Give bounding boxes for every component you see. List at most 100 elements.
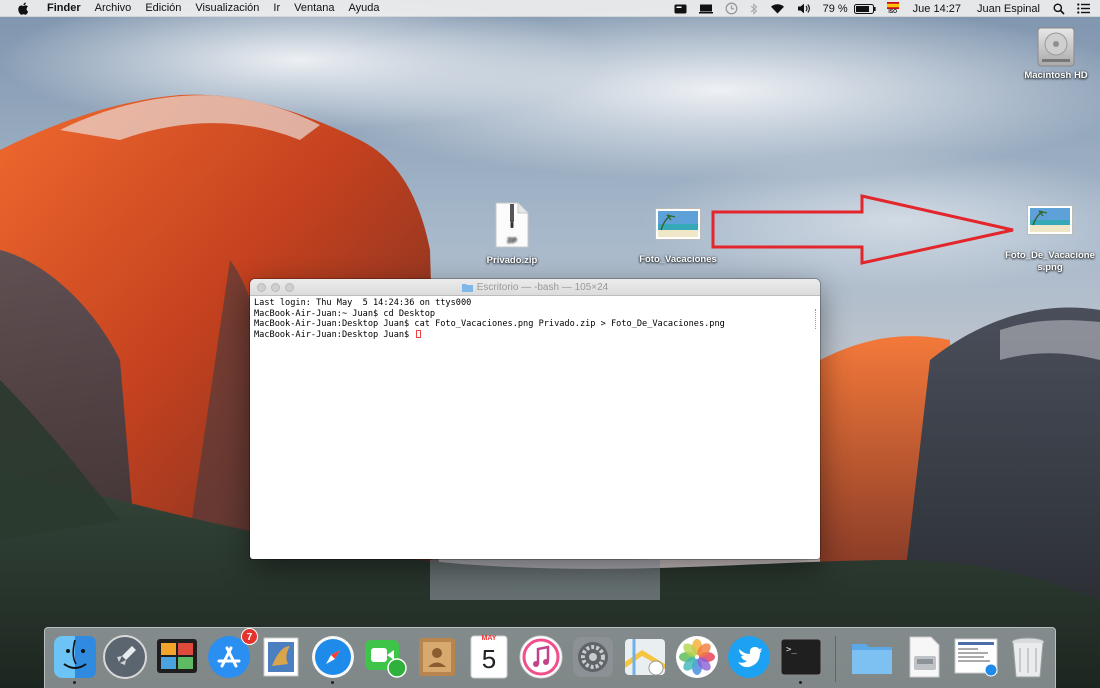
desktop-icon-label: Macintosh HD bbox=[1024, 70, 1088, 81]
desktop-icon-label-line2: s.png bbox=[1037, 262, 1063, 273]
running-indicator bbox=[331, 681, 334, 684]
dock-downloads-stack[interactable] bbox=[901, 634, 947, 680]
menu-bar: Finder Archivo Edición Visualización Ir … bbox=[0, 0, 1100, 17]
spotlight-search-icon[interactable] bbox=[1047, 0, 1071, 17]
folder-icon bbox=[852, 644, 892, 674]
launchpad-rocket-icon bbox=[103, 635, 147, 679]
maps-icon bbox=[625, 639, 665, 676]
menu-ayuda[interactable]: Ayuda bbox=[342, 0, 387, 17]
dock-system-preferences[interactable] bbox=[570, 634, 616, 680]
dock-folder-stack[interactable] bbox=[849, 634, 895, 680]
display-mirroring-icon[interactable] bbox=[693, 0, 719, 17]
menu-archivo[interactable]: Archivo bbox=[88, 0, 139, 17]
desktop-icon-macintosh-hd[interactable]: Macintosh HD bbox=[1018, 22, 1094, 82]
dock-app-screen[interactable] bbox=[154, 634, 200, 680]
desktop-icon-privado-zip[interactable]: ZIP Privado.zip bbox=[478, 202, 546, 267]
dock-photos[interactable] bbox=[674, 634, 720, 680]
user-menu[interactable]: Juan Espinal bbox=[970, 0, 1047, 17]
dock-mail[interactable] bbox=[258, 634, 304, 680]
desktop-icon-foto-de-vacaciones[interactable]: Foto_De_Vacacione s.png bbox=[1000, 205, 1100, 274]
terminal-line-prompt: MacBook-Air-Juan:Desktop Juan$ bbox=[254, 329, 816, 341]
facetime-icon bbox=[365, 640, 407, 678]
notification-badge: 7 bbox=[241, 628, 258, 645]
time-machine-icon[interactable] bbox=[719, 0, 744, 17]
window-title: Escritorio — -bash — 105×24 bbox=[476, 282, 609, 293]
dock-finder[interactable] bbox=[52, 634, 98, 684]
window-title-wrap: Escritorio — -bash — 105×24 bbox=[461, 279, 609, 296]
dock-terminal[interactable]: >_ bbox=[778, 634, 824, 684]
calendar-month: MAY bbox=[481, 635, 497, 642]
image-file-icon bbox=[655, 208, 701, 240]
desktop-icon-foto-vacaciones[interactable]: Foto_Vacaciones bbox=[636, 208, 720, 266]
apple-menu-icon[interactable] bbox=[16, 1, 30, 15]
battery-percent[interactable]: 79 % bbox=[817, 0, 854, 17]
input-source-label: ISO bbox=[888, 9, 897, 15]
minimize-button[interactable] bbox=[271, 283, 280, 292]
dock-document-stack[interactable] bbox=[953, 634, 999, 680]
dock-facetime[interactable] bbox=[362, 634, 408, 680]
dock-itunes[interactable] bbox=[518, 634, 564, 680]
gear-icon bbox=[573, 637, 613, 677]
dock-trash[interactable] bbox=[1005, 634, 1051, 680]
volume-icon[interactable] bbox=[791, 0, 817, 17]
safari-compass-icon bbox=[312, 636, 354, 678]
image-file-icon bbox=[1027, 205, 1073, 235]
running-indicator bbox=[799, 681, 802, 684]
dock-app-store[interactable]: 7 bbox=[206, 628, 258, 680]
terminal-line: Last login: Thu May 5 14:24:36 on ttys00… bbox=[254, 298, 472, 308]
terminal-prompt: MacBook-Air-Juan:Desktop Juan$ bbox=[254, 329, 415, 340]
zip-file-icon: ZIP bbox=[495, 202, 529, 248]
terminal-window[interactable]: Escritorio — -bash — 105×24 Last login: … bbox=[250, 279, 820, 559]
menu-visualizacion[interactable]: Visualización bbox=[188, 0, 266, 17]
status-menus: 79 % ISO Jue 14:27 Juan Espinal bbox=[668, 0, 1100, 17]
document-preview-icon bbox=[954, 638, 998, 677]
menu-ventana[interactable]: Ventana bbox=[287, 0, 341, 17]
contacts-book-icon bbox=[419, 638, 455, 676]
dashboard-icon[interactable] bbox=[668, 0, 693, 17]
trash-icon bbox=[1011, 637, 1045, 678]
window-controls bbox=[257, 283, 294, 292]
zoom-button[interactable] bbox=[285, 283, 294, 292]
folder-icon bbox=[461, 284, 473, 292]
desktop-icon-label: Privado.zip bbox=[486, 255, 538, 266]
battery-icon[interactable] bbox=[853, 0, 882, 17]
scroll-indicator[interactable] bbox=[815, 309, 818, 329]
dock-contacts[interactable] bbox=[414, 634, 460, 680]
input-source-flag-icon[interactable]: ISO bbox=[882, 0, 904, 17]
menu-app-finder[interactable]: Finder bbox=[40, 0, 88, 17]
running-indicator bbox=[73, 681, 76, 684]
close-button[interactable] bbox=[257, 283, 266, 292]
dock: 7 MAY 5 >_ bbox=[44, 627, 1056, 688]
text-cursor bbox=[416, 329, 422, 338]
terminal-icon: >_ bbox=[780, 638, 822, 676]
dock-calendar[interactable]: MAY 5 bbox=[466, 634, 512, 680]
photo-booth-icon bbox=[157, 639, 197, 673]
wifi-icon[interactable] bbox=[764, 0, 791, 17]
notification-center-icon[interactable] bbox=[1071, 0, 1100, 17]
finder-icon bbox=[54, 636, 96, 678]
photos-flower-icon bbox=[676, 636, 718, 678]
twitter-bird-icon bbox=[728, 636, 770, 678]
desktop-icon-label-line1: Foto_De_Vacacione bbox=[1005, 250, 1095, 261]
menu-ir[interactable]: Ir bbox=[266, 0, 287, 17]
clock[interactable]: Jue 14:27 bbox=[904, 0, 970, 17]
dock-separator bbox=[835, 636, 836, 682]
terminal-glyph: >_ bbox=[786, 645, 797, 655]
bluetooth-icon[interactable] bbox=[744, 0, 764, 17]
zip-badge-text: ZIP bbox=[507, 238, 516, 244]
dock-launchpad[interactable] bbox=[102, 634, 148, 680]
desktop-icon-label: Foto_Vacaciones bbox=[639, 254, 717, 265]
dock-maps[interactable] bbox=[622, 634, 668, 680]
mail-stamp-icon bbox=[263, 637, 299, 677]
terminal-output[interactable]: Last login: Thu May 5 14:24:36 on ttys00… bbox=[250, 296, 820, 342]
itunes-note-icon bbox=[519, 635, 563, 679]
dock-safari[interactable] bbox=[310, 634, 356, 684]
terminal-line: MacBook-Air-Juan:Desktop Juan$ cat Foto_… bbox=[254, 319, 725, 330]
calendar-day: 5 bbox=[481, 644, 497, 674]
menu-edicion[interactable]: Edición bbox=[138, 0, 188, 17]
dock-twitter[interactable] bbox=[726, 634, 772, 680]
terminal-titlebar[interactable]: Escritorio — -bash — 105×24 bbox=[250, 279, 820, 296]
disk-image-icon bbox=[909, 636, 940, 678]
terminal-line: MacBook-Air-Juan:~ Juan$ cd Desktop bbox=[254, 308, 436, 319]
hard-drive-icon bbox=[1037, 27, 1075, 67]
